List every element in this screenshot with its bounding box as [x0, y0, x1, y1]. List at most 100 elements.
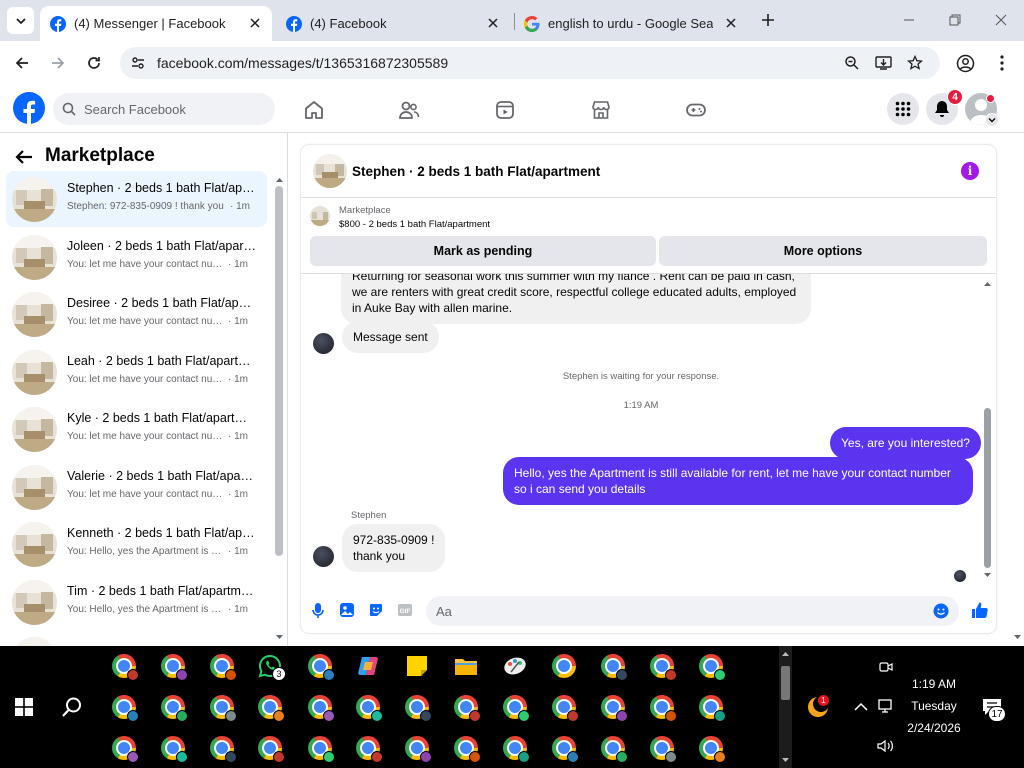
- chrome-profile-app-icon[interactable]: [161, 695, 188, 722]
- back-arrow-icon[interactable]: [13, 146, 35, 168]
- forward-button[interactable]: [47, 52, 69, 74]
- install-app-icon[interactable]: [875, 55, 892, 71]
- conversation-item[interactable]: Leah · 2 beds 1 bath Flat/apartment You: …: [6, 344, 267, 400]
- new-tab-button[interactable]: [758, 10, 778, 30]
- conversation-item[interactable]: Stephen · 2 beds 1 bath Flat/apartment St…: [6, 171, 267, 227]
- profile-icon[interactable]: [956, 54, 975, 73]
- page-scrollbar[interactable]: [1011, 133, 1024, 646]
- chrome-profile-app-icon[interactable]: [308, 695, 335, 722]
- chrome-profile-app-icon[interactable]: [210, 654, 237, 681]
- zoom-icon[interactable]: [844, 55, 860, 71]
- video-icon[interactable]: [494, 99, 516, 121]
- close-tab-button[interactable]: [484, 14, 502, 32]
- start-button[interactable]: [4, 687, 44, 727]
- whatsapp-app-icon[interactable]: 3: [258, 654, 286, 681]
- marketplace-icon[interactable]: [590, 99, 612, 121]
- listing-price-title[interactable]: $800 - 2 beds 1 bath Flat/apartment: [339, 219, 490, 230]
- chrome-profile-app-icon[interactable]: [405, 736, 432, 763]
- volume-icon[interactable]: [877, 739, 895, 753]
- chrome-profile-app-icon[interactable]: [650, 736, 677, 763]
- minimize-window-button[interactable]: [899, 10, 919, 30]
- listing-thumbnail[interactable]: [310, 206, 330, 226]
- chat-avatar[interactable]: [313, 154, 347, 188]
- chrome-profile-app-icon[interactable]: [356, 695, 383, 722]
- close-tab-button[interactable]: [722, 14, 740, 32]
- chrome-profile-app-icon[interactable]: [601, 695, 628, 722]
- taskbar-search-button[interactable]: [52, 687, 92, 727]
- chrome-profile-app-icon[interactable]: [699, 695, 726, 722]
- scroll-up-icon[interactable]: [275, 176, 284, 184]
- scroll-down-icon[interactable]: [983, 571, 992, 579]
- message-input-field[interactable]: [426, 596, 959, 626]
- conversation-item[interactable]: Tim · 2 beds 1 bath Flat/apartment You: H…: [6, 574, 267, 630]
- scroll-up-icon[interactable]: [983, 280, 992, 288]
- scroll-down-icon[interactable]: [781, 756, 790, 764]
- tab-google-search[interactable]: english to urdu - Google Search: [514, 6, 748, 41]
- sender-avatar[interactable]: [313, 546, 334, 567]
- tab-facebook[interactable]: (4) Facebook: [276, 6, 510, 41]
- chrome-app-icon[interactable]: [552, 654, 576, 678]
- facebook-search-input[interactable]: [84, 101, 264, 117]
- chat-title[interactable]: Stephen · 2 beds 1 bath Flat/apartment: [352, 164, 600, 179]
- bookmark-star-icon[interactable]: [907, 55, 923, 71]
- network-icon[interactable]: [878, 699, 895, 715]
- site-info-icon[interactable]: [130, 55, 146, 71]
- conversation-item[interactable]: Joleen · 2 beds 1 bath Flat/apartment You…: [6, 229, 267, 285]
- taskbar-overflow-scroll[interactable]: [779, 646, 792, 768]
- taskbar-scroll-thumb[interactable]: [781, 666, 790, 700]
- message-input[interactable]: [436, 603, 916, 619]
- clock-date[interactable]: 2/24/2026: [899, 721, 969, 735]
- emoji-icon[interactable]: [933, 603, 949, 619]
- facebook-logo[interactable]: [13, 92, 45, 124]
- file-explorer-app-icon[interactable]: [454, 654, 478, 678]
- browser-menu-icon[interactable]: [995, 54, 1009, 72]
- close-tab-button[interactable]: [246, 14, 264, 32]
- sticker-icon[interactable]: [367, 601, 385, 619]
- info-icon[interactable]: i: [961, 162, 979, 180]
- chrome-profile-app-icon[interactable]: [405, 695, 432, 722]
- conversation-item[interactable]: Valerie · 2 beds 1 bath Flat/apartment Yo…: [6, 459, 267, 515]
- home-icon[interactable]: [303, 99, 325, 121]
- more-options-button[interactable]: More options: [659, 236, 987, 266]
- scroll-down-icon[interactable]: [1013, 633, 1022, 641]
- photo-icon[interactable]: [338, 601, 356, 619]
- scroll-down-icon[interactable]: [275, 633, 284, 641]
- message-scrollbar[interactable]: [984, 408, 991, 568]
- chrome-profile-app-icon[interactable]: [601, 736, 628, 763]
- sender-avatar[interactable]: [313, 333, 334, 354]
- chrome-profile-app-icon[interactable]: [112, 736, 139, 763]
- chrome-profile-app-icon[interactable]: [650, 695, 677, 722]
- chrome-profile-app-icon[interactable]: [258, 736, 285, 763]
- clock-time[interactable]: 1:19 AM: [899, 677, 969, 691]
- paint-app-icon[interactable]: [503, 654, 527, 678]
- chrome-profile-app-icon[interactable]: [650, 654, 677, 681]
- chrome-profile-app-icon[interactable]: [454, 736, 481, 763]
- copilot-app-icon[interactable]: [356, 654, 380, 678]
- conversation-item[interactable]: Kenneth · 2 beds 1 bath Flat/apartment Yo…: [6, 516, 267, 572]
- restore-window-button[interactable]: [945, 10, 965, 30]
- sticky-notes-app-icon[interactable]: [405, 654, 429, 678]
- clock-day[interactable]: Tuesday: [899, 699, 969, 713]
- chrome-profile-app-icon[interactable]: [503, 736, 530, 763]
- conversation-item[interactable]: Kyle · 2 beds 1 bath Flat/apartment You: …: [6, 401, 267, 457]
- scroll-up-icon[interactable]: [781, 650, 790, 658]
- close-window-button[interactable]: [991, 10, 1011, 30]
- gaming-icon[interactable]: [685, 99, 707, 121]
- microphone-icon[interactable]: [309, 601, 327, 619]
- mark-as-pending-button[interactable]: Mark as pending: [310, 236, 656, 266]
- gif-icon[interactable]: GIF: [396, 601, 414, 619]
- chrome-profile-app-icon[interactable]: [699, 736, 726, 763]
- chrome-profile-app-icon[interactable]: [112, 695, 139, 722]
- chrome-profile-app-icon[interactable]: [112, 654, 139, 681]
- menu-button[interactable]: [887, 93, 919, 125]
- conversation-item[interactable]: Desiree · 2 beds 1 bath Flat/apartment Yo…: [6, 286, 267, 342]
- chrome-profile-app-icon[interactable]: [210, 695, 237, 722]
- chrome-profile-app-icon[interactable]: [308, 654, 335, 681]
- chrome-profile-app-icon[interactable]: [356, 736, 383, 763]
- tab-search-button[interactable]: [7, 7, 34, 34]
- meet-now-icon[interactable]: [879, 659, 893, 675]
- chrome-profile-app-icon[interactable]: [210, 736, 237, 763]
- thumbs-up-icon[interactable]: [970, 600, 990, 620]
- chrome-profile-app-icon[interactable]: [454, 695, 481, 722]
- back-button[interactable]: [11, 52, 33, 74]
